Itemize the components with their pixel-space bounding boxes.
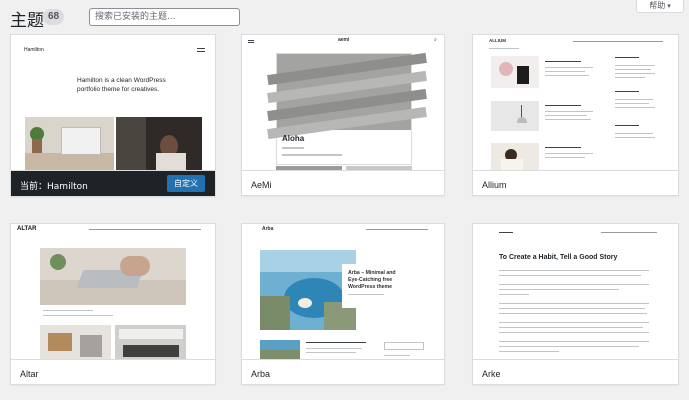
theme-name: AeMi: [251, 180, 272, 190]
preview-site-title: ALLIUM: [489, 38, 506, 43]
help-tab-button[interactable]: 帮助 ▾: [636, 0, 684, 13]
preview-logo: [499, 232, 513, 233]
page-title: 主题: [10, 11, 44, 30]
preview-hero-line-1: Arba – Minimal and: [348, 270, 396, 276]
active-theme-label: 当前：Hamilton: [20, 182, 88, 192]
preview-sidebar: [615, 57, 639, 58]
preview-nav: [601, 232, 657, 233]
preview-hero-box: Arba – Minimal and Eye-Catching free Wor…: [342, 264, 406, 308]
preview-post-title: Aloha: [282, 134, 305, 143]
preview-hero-line-3: WordPress theme: [348, 284, 393, 290]
preview-image-thumb: [260, 340, 300, 359]
preview-image-desk: [25, 117, 114, 170]
theme-name: Allium: [482, 180, 507, 190]
preview-logo: aemi: [338, 37, 350, 43]
preview-headline-2: portfolio theme for creatives.: [77, 86, 160, 93]
theme-card-altar[interactable]: ALTAR Altar: [10, 223, 216, 385]
theme-card-arba[interactable]: Arba Arba – Minimal and Eye-Catching fre…: [241, 223, 445, 385]
preview-image-laptop: [40, 248, 186, 305]
theme-screenshot[interactable]: Hamilton Hamilton is a clean WordPress p…: [11, 35, 215, 171]
preview-nav: [366, 229, 428, 230]
theme-card-arke[interactable]: To Create a Habit, Tell a Good Story Ark…: [472, 223, 679, 385]
preview-headline-1: Hamilton is a clean WordPress: [77, 77, 166, 84]
menu-icon: [197, 48, 205, 49]
preview-image-room: [115, 325, 186, 359]
menu-icon: [248, 40, 254, 41]
page-header: 主题 68 帮助▾: [0, 0, 689, 34]
theme-screenshot[interactable]: ALTAR: [11, 224, 215, 360]
preview-image-person: [491, 143, 539, 170]
preview-nav: [89, 229, 201, 230]
theme-screenshot[interactable]: aemi ⌕ Aloha: [242, 35, 444, 171]
theme-screenshot[interactable]: ALLIUM: [473, 35, 678, 171]
theme-name: Altar: [20, 369, 39, 379]
customize-button[interactable]: 自定义: [167, 175, 205, 192]
preview-image-portrait: [116, 117, 202, 170]
theme-screenshot[interactable]: Arba Arba – Minimal and Eye-Catching fre…: [242, 224, 444, 360]
preview-nav: [573, 41, 663, 42]
theme-name: Arke: [482, 369, 501, 379]
preview-image-office: [40, 325, 111, 359]
search-icon: ⌕: [434, 37, 437, 43]
preview-image-products: [491, 56, 539, 88]
preview-logo: Arba: [262, 226, 274, 232]
preview-image-roof: [267, 52, 427, 140]
preview-site-title: Hamilton: [24, 47, 44, 53]
preview-post-card: Aloha: [267, 52, 427, 165]
help-label: 帮助: [649, 1, 666, 10]
active-theme-bar: 当前：Hamilton 自定义: [11, 171, 215, 196]
search-themes-input[interactable]: [89, 8, 240, 26]
theme-screenshot[interactable]: To Create a Habit, Tell a Good Story: [473, 224, 678, 360]
theme-card-aemi[interactable]: aemi ⌕ Aloha AeMi: [241, 34, 445, 196]
theme-card-hamilton[interactable]: Hamilton Hamilton is a clean WordPress p…: [10, 34, 216, 197]
theme-card-allium[interactable]: ALLIUM Allium: [472, 34, 679, 196]
preview-logo: ALTAR: [17, 226, 37, 232]
preview-hero-line-2: Eye-Catching free: [348, 277, 393, 283]
preview-post-title: To Create a Habit, Tell a Good Story: [499, 254, 618, 261]
preview-search-box: [384, 342, 424, 350]
caret-down-icon: ▾: [667, 2, 671, 10]
preview-image-lamp: [491, 101, 539, 131]
theme-count-badge: 68: [43, 9, 65, 25]
theme-name: Arba: [251, 369, 271, 379]
